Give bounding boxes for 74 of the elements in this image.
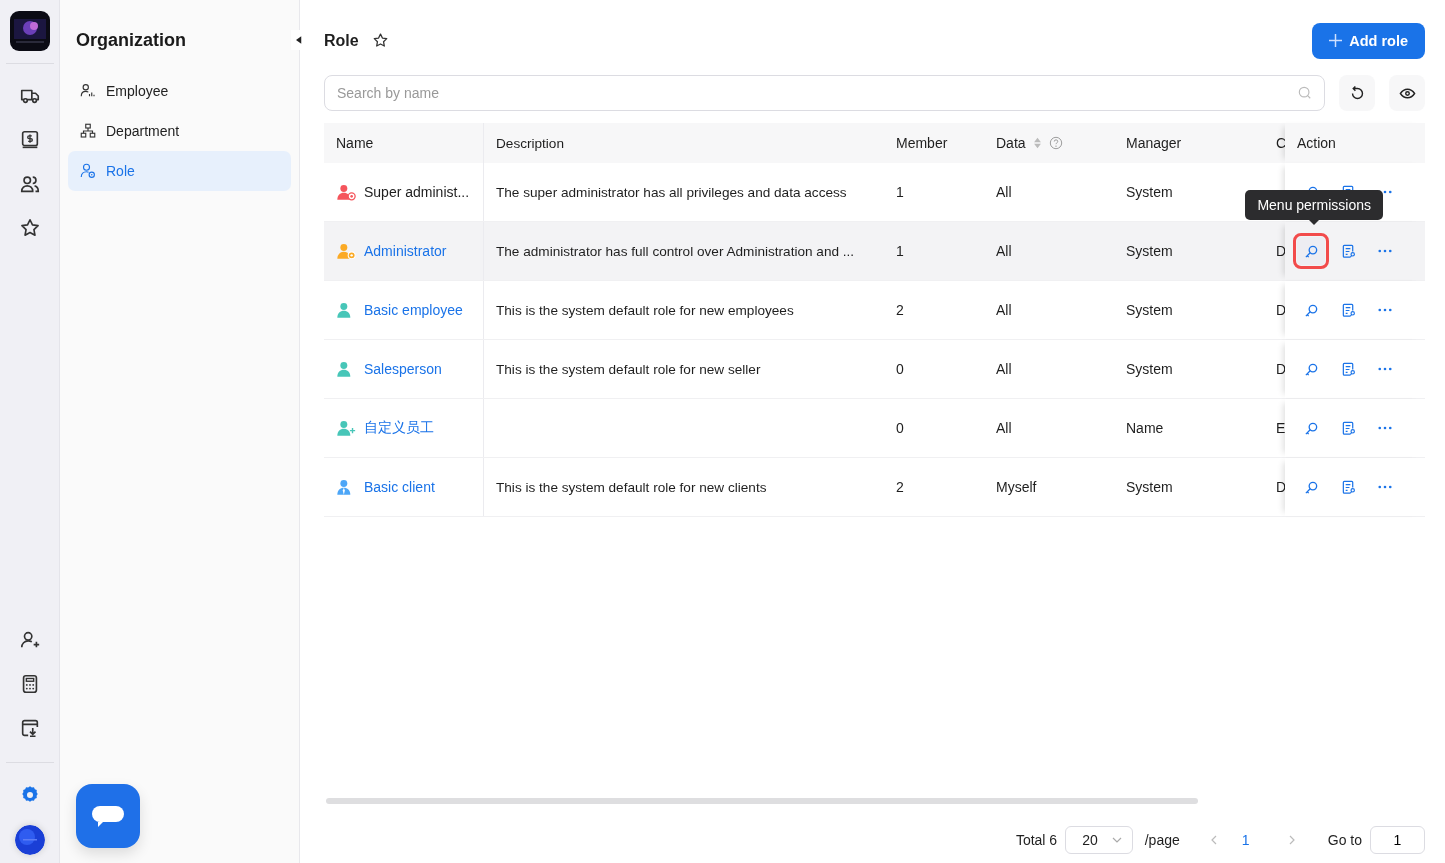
view-button[interactable] xyxy=(1389,75,1425,111)
table-row[interactable]: Salesperson This is the system default role for new seller 0 All System D xyxy=(324,340,1425,399)
column-header: Manager xyxy=(1125,134,1183,153)
refresh-button[interactable] xyxy=(1339,75,1375,111)
table-cell: All xyxy=(996,361,1012,377)
table-cell: Super administ... xyxy=(364,184,470,200)
role-link[interactable]: 自定义员工 xyxy=(364,419,434,437)
user-avatar[interactable] xyxy=(14,825,45,855)
sidebar-item[interactable]: Department xyxy=(68,111,291,151)
table-cell: 1 xyxy=(896,243,904,259)
add-role-button[interactable]: Add role xyxy=(1312,22,1425,59)
table-cell: System xyxy=(1126,361,1173,377)
search-icon xyxy=(1298,86,1312,100)
search-field[interactable]: Search by name xyxy=(324,75,1325,111)
role-link[interactable]: Basic client xyxy=(364,479,435,495)
column-header: Data xyxy=(996,135,1026,151)
table-row[interactable]: Administrator The administrator has full control over Administration and ... 1 All System D xyxy=(324,222,1425,281)
table-cell: D xyxy=(1276,361,1285,377)
table-cell: All xyxy=(996,184,1012,200)
table-row[interactable]: Basic client This is the system default role for new clients 2 Myself System D xyxy=(324,458,1425,517)
table-cell: 2 xyxy=(896,302,904,318)
table-cell: D xyxy=(1276,479,1285,495)
per-page-label: /page xyxy=(1144,832,1180,848)
column-header: C xyxy=(1275,134,1285,153)
table-cell: 2 xyxy=(896,479,904,495)
table-cell: All xyxy=(996,302,1012,318)
go-to-label: Go to xyxy=(1327,832,1362,848)
star-icon[interactable] xyxy=(371,32,389,49)
table-cell: This is the system default role for new seller xyxy=(496,361,761,377)
tooltip-pointer-icon xyxy=(1309,220,1320,225)
page-input[interactable]: 1 xyxy=(1370,826,1425,854)
column-header: Member xyxy=(895,134,949,153)
sidebar-item[interactable]: Role xyxy=(68,151,291,191)
page-size-select[interactable]: 20 xyxy=(1065,826,1133,854)
plus-icon xyxy=(1329,34,1343,47)
role-link[interactable]: Basic employee xyxy=(364,302,463,318)
table-row[interactable]: Basic employee This is the system default role for new employees 2 All System D xyxy=(324,281,1425,340)
table-cell: D xyxy=(1276,243,1285,259)
table-cell: Myself xyxy=(996,479,1037,495)
chat-button[interactable] xyxy=(76,784,140,848)
sidebar-item[interactable]: Employee xyxy=(68,71,291,111)
column-header: Action xyxy=(1285,123,1425,163)
app-logo[interactable] xyxy=(9,11,50,51)
total-count: Total 6 xyxy=(1015,832,1058,848)
chat-icon xyxy=(92,804,124,828)
scrollbar[interactable] xyxy=(326,798,1198,804)
table-cell: 0 xyxy=(896,420,904,436)
page-title: Role xyxy=(324,31,359,50)
table-cell: System xyxy=(1126,243,1173,259)
table-cell: This is the system default role for new employees xyxy=(496,302,794,318)
table-cell: Name xyxy=(1126,420,1164,436)
tooltip: Menu permissions xyxy=(1245,190,1383,220)
sidebar-title: Organization xyxy=(75,29,187,52)
table-cell: The super administrator has all privileges and data access xyxy=(496,184,847,200)
role-link[interactable]: Salesperson xyxy=(364,361,442,377)
role-link[interactable]: Administrator xyxy=(364,243,447,259)
table-cell: All xyxy=(996,420,1012,436)
help-icon[interactable] xyxy=(1048,136,1063,150)
table-cell: 0 xyxy=(896,361,904,377)
table-cell: System xyxy=(1126,184,1173,200)
table-cell: E xyxy=(1276,420,1285,436)
table-cell: All xyxy=(996,243,1012,259)
table-cell: This is the system default role for new clients xyxy=(496,479,767,495)
column-header: Description xyxy=(495,134,565,153)
table-cell: System xyxy=(1126,302,1173,318)
page-number[interactable]: 1 xyxy=(1233,832,1258,848)
table-cell: The administrator has full control over Administration and ... xyxy=(496,243,855,259)
department-icon xyxy=(79,122,97,140)
role-icon xyxy=(79,162,97,180)
table-cell: D xyxy=(1276,302,1285,318)
table-cell: 1 xyxy=(896,184,904,200)
chevron-down-icon xyxy=(1111,837,1122,843)
table-cell: System xyxy=(1126,479,1173,495)
table-row[interactable]: 自定义员工 0 All Name E xyxy=(324,399,1425,458)
